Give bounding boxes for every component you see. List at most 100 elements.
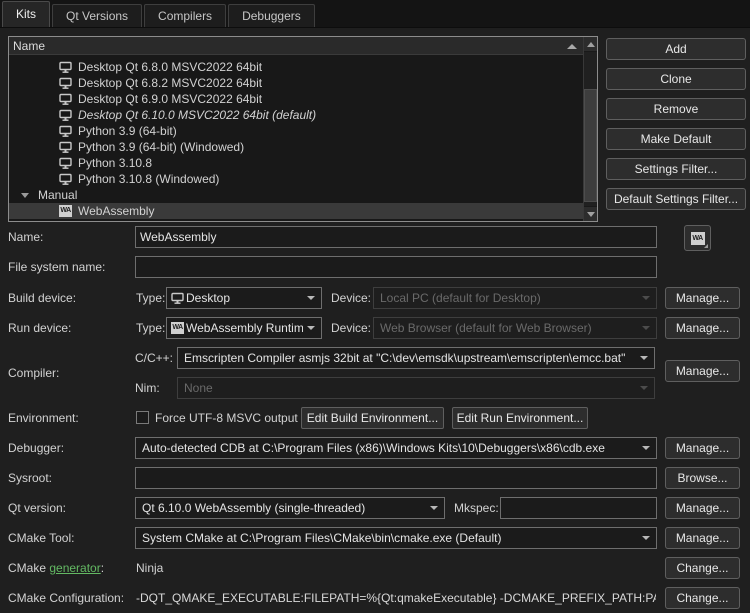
- scrollbar-up-button[interactable]: [584, 37, 597, 52]
- run-device-manage-button[interactable]: Manage...: [665, 317, 740, 339]
- desktop-icon: [59, 125, 72, 138]
- debugger-label: Debugger:: [8, 437, 64, 459]
- sysroot-label: Sysroot:: [8, 467, 52, 489]
- kit-item[interactable]: Python 3.10.8 (Windowed): [9, 171, 583, 187]
- run-device-type-combo[interactable]: WA WebAssembly Runtime: [166, 317, 322, 339]
- desktop-icon: [59, 141, 72, 154]
- add-button[interactable]: Add: [606, 38, 746, 60]
- compiler-manage-button[interactable]: Manage...: [665, 360, 740, 382]
- make-default-button[interactable]: Make Default: [606, 128, 746, 150]
- tab-kits[interactable]: Kits: [2, 1, 50, 27]
- cmake-generator-change-button[interactable]: Change...: [665, 557, 740, 579]
- mkspec-label: Mkspec:: [454, 497, 499, 519]
- kit-item-label: Desktop Qt 6.9.0 MSVC2022 64bit: [78, 92, 262, 106]
- kit-item-label: Python 3.9 (64-bit): [78, 124, 177, 138]
- qt-version-value: Qt 6.10.0 WebAssembly (single-threaded): [142, 501, 426, 515]
- kit-item[interactable]: Python 3.10.8: [9, 155, 583, 171]
- cmake-generator-value: Ninja: [136, 557, 163, 579]
- run-device-type-value: WebAssembly Runtime: [186, 321, 303, 335]
- cmake-tool-value: System CMake at C:\Program Files\CMake\b…: [142, 531, 638, 545]
- tab-compilers[interactable]: Compilers: [144, 4, 226, 27]
- name-input[interactable]: [135, 226, 657, 248]
- kit-item-label: Python 3.10.8 (Windowed): [78, 172, 219, 186]
- desktop-icon: [59, 109, 72, 122]
- debugger-manage-button[interactable]: Manage...: [665, 437, 740, 459]
- compiler-label: Compiler:: [8, 362, 59, 384]
- chevron-down-icon: [642, 536, 650, 540]
- remove-button[interactable]: Remove: [606, 98, 746, 120]
- cmake-configuration-change-button[interactable]: Change...: [665, 587, 740, 609]
- qt-version-label: Qt version:: [8, 497, 66, 519]
- kit-item[interactable]: Desktop Qt 6.8.2 MSVC2022 64bit: [9, 75, 583, 91]
- desktop-icon: [59, 173, 72, 186]
- mkspec-input[interactable]: [500, 497, 657, 519]
- scroll-up-icon: [587, 42, 595, 47]
- kit-item-selected[interactable]: WA WebAssembly: [9, 203, 583, 219]
- chevron-down-icon: [640, 386, 648, 390]
- build-device-value: Local PC (default for Desktop): [380, 291, 638, 305]
- sysroot-browse-button[interactable]: Browse...: [665, 467, 740, 489]
- desktop-icon: [171, 292, 184, 305]
- qt-version-combo[interactable]: Qt 6.10.0 WebAssembly (single-threaded): [135, 497, 445, 519]
- run-device-combo: Web Browser (default for Web Browser): [373, 317, 657, 339]
- kit-item-default[interactable]: Desktop Qt 6.10.0 MSVC2022 64bit (defaul…: [9, 107, 583, 123]
- webassembly-icon: WA: [171, 322, 184, 334]
- cmake-configuration-value: -DQT_QMAKE_EXECUTABLE:FILEPATH=%{Qt:qmak…: [136, 587, 656, 609]
- build-device-combo: Local PC (default for Desktop): [373, 287, 657, 309]
- clone-button[interactable]: Clone: [606, 68, 746, 90]
- qt-version-manage-button[interactable]: Manage...: [665, 497, 740, 519]
- compiler-cpp-value: Emscripten Compiler asmjs 32bit at "C:\d…: [184, 351, 636, 365]
- build-device-type-combo[interactable]: Desktop: [166, 287, 322, 309]
- file-system-name-input[interactable]: [135, 256, 657, 278]
- cmake-tool-manage-button[interactable]: Manage...: [665, 527, 740, 549]
- webassembly-icon: WA: [691, 232, 705, 245]
- run-device-device-label: Device:: [331, 317, 371, 339]
- build-device-manage-button[interactable]: Manage...: [665, 287, 740, 309]
- cmake-generator-link[interactable]: generator: [49, 561, 100, 575]
- webassembly-icon: WA: [59, 205, 72, 217]
- debugger-combo[interactable]: Auto-detected CDB at C:\Program Files (x…: [135, 437, 657, 459]
- tab-debuggers[interactable]: Debuggers: [228, 4, 315, 27]
- kit-group-manual[interactable]: Manual: [9, 187, 583, 203]
- chevron-down-icon: [430, 506, 438, 510]
- compiler-cpp-label: C/C++:: [135, 347, 173, 369]
- cmake-tool-combo[interactable]: System CMake at C:\Program Files\CMake\b…: [135, 527, 657, 549]
- tree-scrollbar[interactable]: [583, 37, 597, 221]
- compiler-nim-value: None: [184, 381, 636, 395]
- force-utf8-label[interactable]: Force UTF-8 MSVC output: [155, 407, 298, 429]
- run-device-value: Web Browser (default for Web Browser): [380, 321, 638, 335]
- collapse-arrow-icon[interactable]: [21, 193, 29, 198]
- kit-item[interactable]: Python 3.9 (64-bit) (Windowed): [9, 139, 583, 155]
- name-label: Name:: [8, 226, 43, 248]
- kits-settings-page: Kits Qt Versions Compilers Debuggers Nam…: [0, 0, 750, 613]
- desktop-icon: [59, 77, 72, 90]
- tab-qt-versions[interactable]: Qt Versions: [52, 4, 142, 27]
- edit-run-environment-button[interactable]: Edit Run Environment...: [452, 407, 588, 429]
- chevron-down-icon: [642, 446, 650, 450]
- chevron-down-icon: [640, 356, 648, 360]
- run-device-label: Run device:: [8, 317, 71, 339]
- kit-item-label: Python 3.10.8: [78, 156, 152, 170]
- scrollbar-down-button[interactable]: [584, 206, 597, 221]
- compiler-cpp-combo[interactable]: Emscripten Compiler asmjs 32bit at "C:\d…: [177, 347, 655, 369]
- sysroot-input[interactable]: [135, 467, 657, 489]
- kit-item[interactable]: Python 3.9 (64-bit): [9, 123, 583, 139]
- settings-filter-button[interactable]: Settings Filter...: [606, 158, 746, 180]
- force-utf8-checkbox[interactable]: [136, 411, 149, 424]
- desktop-icon: [59, 61, 72, 74]
- tree-header-name[interactable]: Name: [9, 37, 583, 55]
- kit-item[interactable]: Desktop Qt 6.9.0 MSVC2022 64bit: [9, 91, 583, 107]
- edit-build-environment-button[interactable]: Edit Build Environment...: [301, 407, 444, 429]
- kit-item[interactable]: Desktop Qt 6.8.0 MSVC2022 64bit: [9, 59, 583, 75]
- kit-item-label: Desktop Qt 6.8.2 MSVC2022 64bit: [78, 76, 262, 90]
- kit-icon-button[interactable]: WA: [684, 225, 711, 251]
- kit-item-label: WebAssembly: [78, 204, 154, 218]
- default-settings-filter-button[interactable]: Default Settings Filter...: [606, 188, 746, 210]
- environment-label: Environment:: [8, 407, 79, 429]
- kit-group-label: Manual: [38, 188, 77, 202]
- scrollbar-thumb[interactable]: [584, 89, 597, 202]
- compiler-nim-combo: None: [177, 377, 655, 399]
- tree-rows: Desktop Qt 6.8.0 MSVC2022 64bit Desktop …: [9, 55, 583, 221]
- chevron-down-icon: [642, 296, 650, 300]
- cmake-generator-label: CMake generator:: [8, 557, 104, 579]
